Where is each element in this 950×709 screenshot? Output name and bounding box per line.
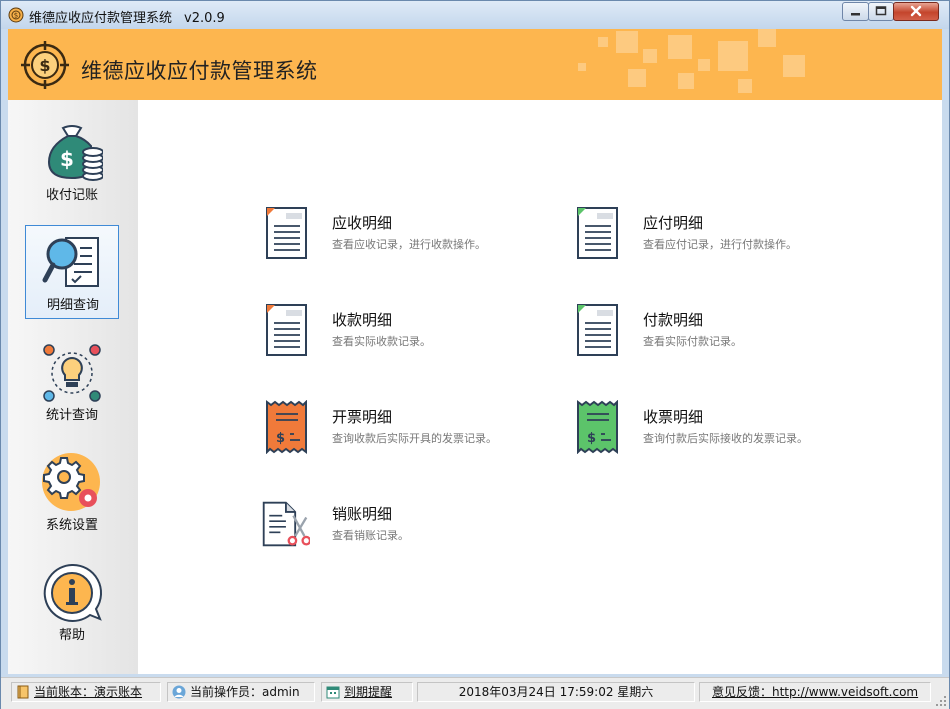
feedback-text: 意见反馈：http://www.veidsoft.com — [712, 685, 919, 699]
invoice-orange-icon: $ — [266, 400, 307, 454]
invoice-green-icon: $ — [577, 400, 618, 454]
document-orange-icon — [266, 304, 307, 356]
sidebar-item-label: 统计查询 — [45, 408, 98, 423]
sidebar-item-bookkeeping[interactable]: $ 收付记账 — [25, 116, 119, 210]
maximize-icon — [875, 6, 887, 16]
tile-invoice-issued-detail[interactable]: $ 开票明细 查询收款后实际开具的发票记录。 — [264, 400, 524, 460]
current-operator: 当前操作员：admin — [167, 682, 315, 702]
datetime-text: 2018年03月24日 17:59:02 星期六 — [458, 685, 654, 699]
sidebar: $ 收付记账 明细查询 统计查询 系统设置 帮助 — [8, 100, 139, 674]
tile-receivable-detail[interactable]: 应收明细 查看应收记录，进行收款操作。 — [264, 206, 524, 266]
document-green-icon — [577, 207, 618, 259]
sidebar-item-label: 收付记账 — [45, 188, 98, 203]
money-bag-icon: $ — [47, 125, 103, 181]
tile-payment-detail[interactable]: 付款明细 查看实际付款记录。 — [575, 303, 835, 363]
close-icon — [910, 5, 922, 17]
tile-description: 查看应付记录，进行付款操作。 — [643, 238, 797, 251]
tile-description: 查看实际付款记录。 — [643, 335, 742, 348]
tile-write-off-detail[interactable]: 销账明细 查看销账记录。 — [260, 497, 520, 557]
window-title: 维德应收应付款管理系统 v2.0.9 — [29, 7, 225, 26]
resize-grip-icon[interactable] — [935, 695, 947, 707]
title-bar[interactable]: $ 维德应收应付款管理系统 v2.0.9 — [1, 1, 949, 29]
sidebar-item-label: 明细查询 — [46, 298, 99, 313]
app-window: $ 维德应收应付款管理系统 v2.0.9 $ 维德应收应付款管理系统 $ 收付记… — [0, 0, 950, 709]
document-green-icon — [577, 304, 618, 356]
lightbulb-cycle-icon — [43, 344, 101, 402]
tile-title: 付款明细 — [643, 311, 704, 329]
tile-title: 开票明细 — [332, 408, 393, 426]
tile-description: 查看销账记录。 — [332, 529, 409, 542]
maximize-button[interactable] — [868, 2, 894, 21]
tile-payable-detail[interactable]: 应付明细 查看应付记录，进行付款操作。 — [575, 206, 835, 266]
svg-text:$: $ — [276, 431, 285, 446]
sidebar-item-statistics[interactable]: 统计查询 — [25, 336, 119, 430]
user-icon — [172, 685, 186, 699]
sidebar-item-help[interactable]: 帮助 — [25, 556, 119, 650]
tile-receipt-detail[interactable]: 收款明细 查看实际收款记录。 — [264, 303, 524, 363]
window-version: v2.0.9 — [184, 11, 225, 26]
header-title: 维德应收应付款管理系统 — [81, 59, 318, 83]
calendar-icon — [326, 686, 340, 699]
tile-description: 查看实际收款记录。 — [332, 335, 431, 348]
tile-title: 收票明细 — [643, 408, 704, 426]
datetime-display: 2018年03月24日 17:59:02 星期六 — [417, 682, 695, 702]
current-operator-text: 当前操作员：admin — [190, 685, 300, 699]
sidebar-item-settings[interactable]: 系统设置 — [25, 446, 119, 540]
svg-text:$: $ — [14, 12, 18, 20]
tile-title: 销账明细 — [332, 505, 393, 523]
sidebar-item-label: 帮助 — [58, 628, 85, 643]
sidebar-item-detail-query[interactable]: 明细查询 — [25, 225, 119, 319]
magnifier-document-icon — [42, 237, 99, 287]
gears-icon — [42, 453, 100, 511]
due-reminder-text: 到期提醒 — [344, 685, 393, 699]
app-header: $ 维德应收应付款管理系统 — [8, 29, 942, 100]
close-button[interactable] — [893, 2, 939, 21]
header-decoration — [578, 29, 805, 93]
document-scissors-icon — [262, 501, 310, 547]
minimize-icon — [851, 13, 860, 16]
current-account-link[interactable]: 当前账本：演示账本 — [11, 682, 161, 702]
svg-text:$: $ — [60, 147, 74, 171]
document-orange-icon — [266, 207, 307, 259]
tile-description: 查看应收记录，进行收款操作。 — [332, 238, 486, 251]
feedback-link[interactable]: 意见反馈：http://www.veidsoft.com — [699, 682, 931, 702]
window-title-text: 维德应收应付款管理系统 — [29, 11, 173, 26]
due-reminder-link[interactable]: 到期提醒 — [321, 682, 413, 702]
crosshair-coin-logo-icon: $ — [21, 41, 69, 89]
minimize-button[interactable] — [842, 2, 869, 21]
tile-description: 查询收款后实际开具的发票记录。 — [332, 432, 497, 445]
sidebar-item-label: 系统设置 — [45, 518, 98, 533]
tile-description: 查询付款后实际接收的发票记录。 — [643, 432, 808, 445]
current-account-text: 当前账本：演示账本 — [34, 685, 143, 699]
tile-title: 应付明细 — [643, 214, 704, 232]
status-bar: 当前账本：演示账本 当前操作员：admin 到期提醒 2018年03月24日 1… — [1, 677, 949, 709]
app-logo-icon: $ — [8, 7, 24, 23]
tile-title: 应收明细 — [332, 214, 393, 232]
tile-invoice-received-detail[interactable]: $ 收票明细 查询付款后实际接收的发票记录。 — [575, 400, 835, 460]
svg-text:$: $ — [39, 56, 50, 75]
ledger-icon — [17, 685, 29, 699]
info-bubble-icon — [43, 563, 103, 622]
svg-text:$: $ — [587, 431, 596, 446]
main-panel: 应收明细 查看应收记录，进行收款操作。 应付明细 查看应付记录，进行付款操作。 … — [138, 100, 942, 674]
tile-title: 收款明细 — [332, 311, 393, 329]
